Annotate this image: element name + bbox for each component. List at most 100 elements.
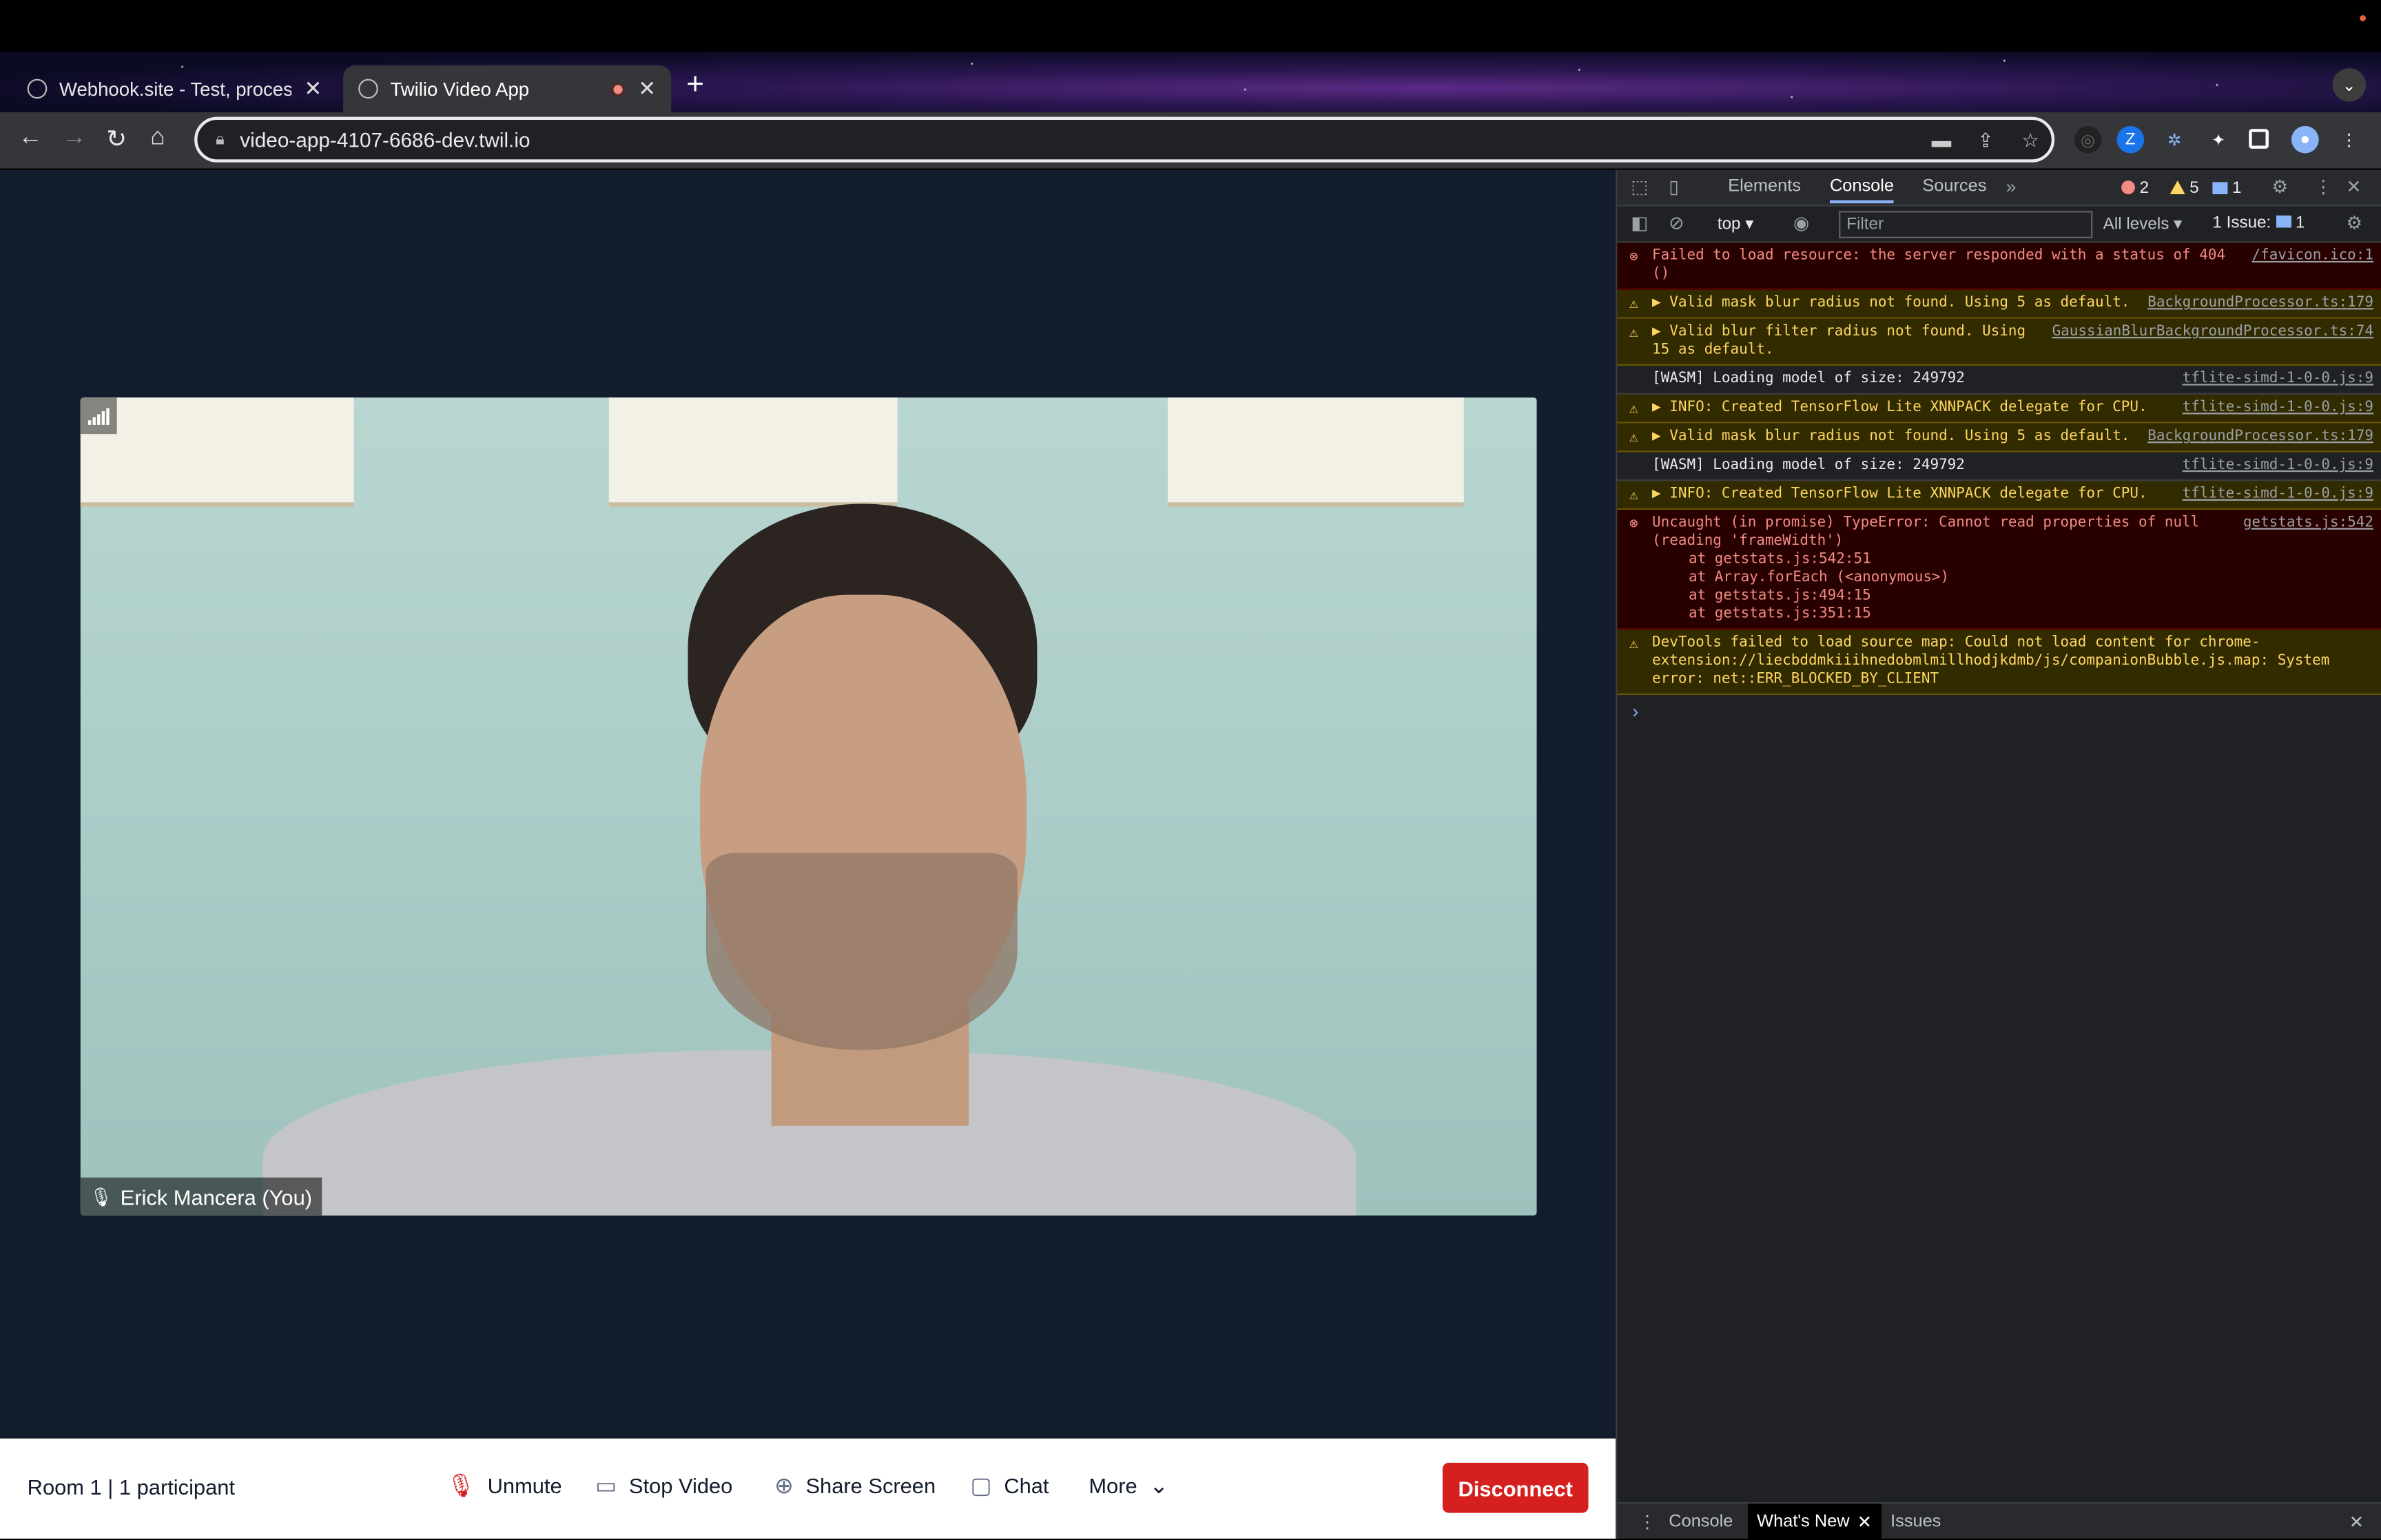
drawer-tab-whats-new[interactable]: What's New ✕: [1747, 1503, 1882, 1540]
stop-video-button[interactable]: ▭ Stop Video: [595, 1472, 732, 1499]
back-arrow-icon[interactable]: ←: [18, 125, 42, 152]
issues-button[interactable]: 1 Issue: 1: [2212, 214, 2305, 232]
home-icon[interactable]: ⌂: [150, 125, 165, 152]
tab-console[interactable]: Console: [1829, 178, 1894, 204]
drawer-tab-console[interactable]: Console: [1660, 1503, 1742, 1540]
more-tabs-icon[interactable]: »: [2006, 176, 2017, 198]
bookmark-star-icon[interactable]: ☆: [2021, 129, 2039, 153]
lock-icon: 🔒︎: [215, 130, 225, 149]
tab-webhook[interactable]: Webhook.site - Test, process a ✕: [12, 65, 338, 112]
zoom-extension-icon[interactable]: Z: [2116, 125, 2145, 154]
error-counter[interactable]: 2: [2121, 176, 2149, 199]
room-info: Room 1 | 1 participant: [27, 1475, 236, 1499]
wall-frame: [608, 397, 898, 507]
warning-icon: ⚠: [1629, 487, 1638, 504]
globe-favicon-icon: [358, 79, 378, 99]
info-icon: [2212, 181, 2228, 194]
eye-icon[interactable]: ◉: [1793, 212, 1809, 233]
share-screen-button[interactable]: ⊕ Share Screen: [774, 1472, 936, 1499]
devtools-drawer: ⋮ Console What's New ✕ Issues ✕: [1617, 1502, 2381, 1540]
extension-icon[interactable]: ◎: [2074, 125, 2102, 154]
puzzle-extensions-icon[interactable]: ✦: [2205, 126, 2232, 154]
warning-counter[interactable]: 5: [2169, 176, 2199, 199]
console-message-log[interactable]: tflite-simd-1-0-0.js:9 [WASM] Loading mod…: [1617, 366, 2381, 395]
recording-indicator: [2360, 15, 2366, 21]
stack-frame[interactable]: at getstats.js:494:15: [1652, 587, 2373, 605]
console-message-error[interactable]: ⊗ /favicon.ico:1 Failed to load resource: …: [1617, 242, 2381, 290]
console-message-warning[interactable]: ⚠ tflite-simd-1-0-0.js:9 ▶ INFO: Created T…: [1617, 481, 2381, 510]
reload-icon[interactable]: ↻: [106, 125, 127, 155]
chat-bubble-icon: ▢: [970, 1473, 992, 1499]
console-message-warning[interactable]: ⚠ DevTools failed to load source map: Cou…: [1617, 629, 2381, 696]
console-message-error[interactable]: ⊗ getstats.js:542 Uncaught (in promise) Ty…: [1617, 510, 2381, 630]
more-button[interactable]: More ⌄: [1089, 1472, 1168, 1499]
tab-twilio-video-app[interactable]: Twilio Video App ✕: [343, 65, 672, 113]
close-devtools-icon[interactable]: ✕: [2346, 176, 2361, 198]
devtools-menu-icon[interactable]: ⋮: [2314, 176, 2332, 198]
address-bar[interactable]: 🔒︎ video-app-4107-6686-dev.twil.io ▬ ⇪ ☆: [194, 116, 2055, 163]
share-icon[interactable]: ⇪: [1977, 129, 1994, 153]
disconnect-button[interactable]: Disconnect: [1442, 1462, 1589, 1513]
source-link[interactable]: tflite-simd-1-0-0.js:9: [2183, 457, 2373, 475]
message-text: DevTools failed to load source map: Coul…: [1652, 634, 2330, 688]
kebab-menu-icon[interactable]: ⋮: [2336, 126, 2363, 154]
info-count: 1: [2232, 178, 2242, 197]
stack-frame[interactable]: at getstats.js:351:15: [1652, 605, 2373, 623]
webhook-favicon-icon: [27, 79, 48, 99]
menu-bar: [0, 0, 2381, 52]
chat-button[interactable]: ▢ Chat: [970, 1472, 1049, 1499]
source-link[interactable]: /favicon.ico:1: [2252, 247, 2374, 265]
tab-elements[interactable]: Elements: [1728, 178, 1801, 196]
source-link[interactable]: tflite-simd-1-0-0.js:9: [2183, 486, 2373, 503]
more-label: More: [1089, 1473, 1137, 1498]
video-app: 🎙︎ Erick Mancera (You) Room 1 | 1 partic…: [0, 169, 1616, 1539]
close-tab-icon[interactable]: ✕: [304, 76, 322, 101]
issues-count: 1: [2295, 214, 2305, 233]
console-prompt[interactable]: ›: [1617, 695, 2381, 728]
source-link[interactable]: GaussianBlurBackgroundProcessor.ts:74: [2052, 323, 2373, 341]
tab-search-button[interactable]: ⌄: [2332, 68, 2366, 102]
close-icon[interactable]: ✕: [1857, 1511, 1872, 1532]
context-selector[interactable]: top ▾: [1717, 214, 1754, 234]
source-link[interactable]: tflite-simd-1-0-0.js:9: [2183, 371, 2373, 388]
console-message-warning[interactable]: ⚠ GaussianBlurBackgroundProcessor.ts:74 ▶ …: [1617, 318, 2381, 366]
console-message-warning[interactable]: ⚠ BackgroundProcessor.ts:179 ▶ Valid mask …: [1617, 423, 2381, 452]
console-messages: ⊗ /favicon.ico:1 Failed to load resource: …: [1617, 242, 2381, 729]
snowflake-extension-icon[interactable]: ✲: [2161, 126, 2188, 154]
warning-icon: ⚠: [1629, 636, 1638, 653]
context-label: top: [1717, 215, 1741, 234]
stack-frame[interactable]: at getstats.js:542:51: [1652, 551, 2373, 569]
warning-icon: ⚠: [1629, 429, 1638, 446]
side-panel-icon[interactable]: [2249, 129, 2269, 149]
source-link[interactable]: tflite-simd-1-0-0.js:9: [2183, 399, 2373, 417]
forward-arrow-icon[interactable]: →: [62, 125, 86, 152]
log-levels-dropdown[interactable]: All levels ▾: [2103, 214, 2183, 233]
device-toolbar-icon[interactable]: ▯: [1669, 176, 1679, 198]
console-message-log[interactable]: tflite-simd-1-0-0.js:9 [WASM] Loading mod…: [1617, 452, 2381, 481]
close-drawer-icon[interactable]: ✕: [2340, 1503, 2373, 1540]
close-tab-icon[interactable]: ✕: [638, 76, 656, 101]
camera-icon[interactable]: ▬: [1932, 129, 1952, 152]
settings-gear-icon[interactable]: ⚙: [2271, 176, 2288, 198]
console-filter-input[interactable]: Filter: [1839, 211, 2093, 238]
sidebar-toggle-icon[interactable]: ◧: [1631, 212, 1648, 233]
console-message-warning[interactable]: ⚠ tflite-simd-1-0-0.js:9 ▶ INFO: Created T…: [1617, 394, 2381, 424]
unmute-button[interactable]: 🎙︎ Unmute: [446, 1472, 562, 1499]
unmute-label: Unmute: [487, 1473, 562, 1498]
clear-console-icon[interactable]: ⊘: [1669, 212, 1684, 233]
profile-avatar[interactable]: ●: [2291, 125, 2319, 154]
drawer-tab-issues[interactable]: Issues: [1882, 1503, 1950, 1540]
inspect-element-icon[interactable]: ⬚: [1631, 176, 1648, 198]
source-link[interactable]: BackgroundProcessor.ts:179: [2147, 294, 2373, 312]
drawer-tab-label: What's New: [1757, 1512, 1850, 1532]
console-message-warning[interactable]: ⚠ BackgroundProcessor.ts:179 ▶ Valid mask …: [1617, 289, 2381, 319]
share-screen-label: Share Screen: [805, 1473, 936, 1498]
tab-sources[interactable]: Sources: [1922, 178, 1986, 196]
source-link[interactable]: BackgroundProcessor.ts:179: [2147, 428, 2373, 446]
source-link[interactable]: getstats.js:542: [2243, 514, 2373, 532]
menu-bar-bottom: Room 1 | 1 participant 🎙︎ Unmute ▭ Stop …: [0, 1438, 1616, 1539]
console-settings-icon[interactable]: ⚙: [2346, 212, 2362, 233]
stack-frame[interactable]: at Array.forEach (<anonymous>): [1652, 569, 2373, 587]
new-tab-button[interactable]: +: [686, 68, 704, 103]
info-counter[interactable]: 1: [2212, 176, 2242, 199]
